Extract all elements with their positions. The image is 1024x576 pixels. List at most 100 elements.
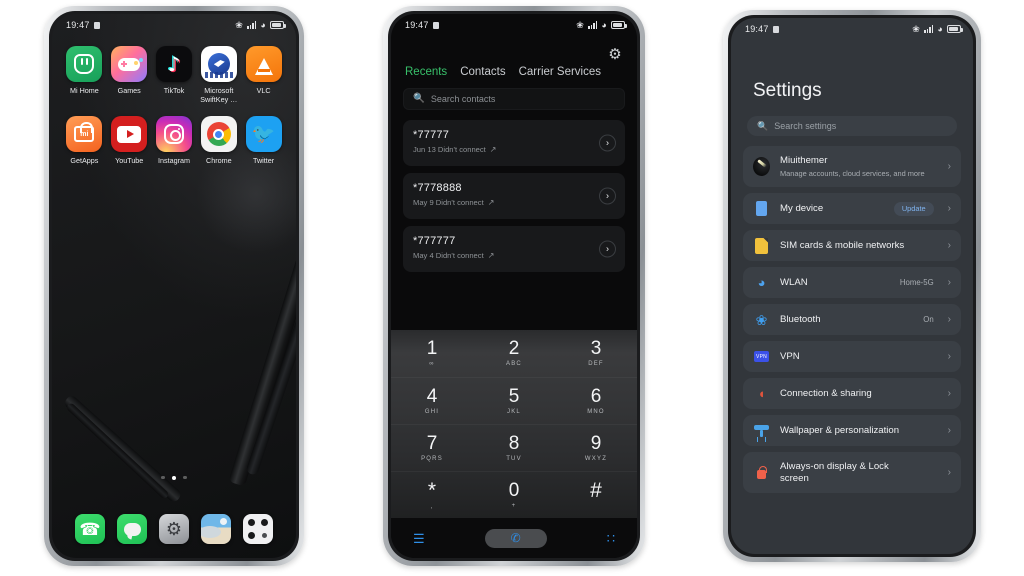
twitter-icon: 🐦 bbox=[245, 116, 282, 152]
dialpad-key-3[interactable]: 3 DEF bbox=[555, 339, 637, 368]
status-bar-right: ❀ ◕ bbox=[235, 20, 286, 30]
miui-account-icon bbox=[753, 157, 770, 176]
dialpad-key-sub: TUV bbox=[506, 455, 522, 462]
app-swiftkey[interactable]: Microsoft SwiftKey … bbox=[196, 46, 241, 104]
dialpad-key-sub: + bbox=[511, 502, 517, 509]
chevron-right-icon: › bbox=[947, 239, 951, 251]
settings-item-vpn[interactable]: VPN VPN › bbox=[743, 341, 961, 372]
dialpad-key-number: 1 bbox=[426, 338, 438, 359]
dialpad-key-number: 3 bbox=[590, 338, 602, 359]
dialpad-key-number: 4 bbox=[426, 385, 438, 407]
menu-icon[interactable]: ☰ bbox=[413, 532, 425, 545]
home-screen: 19:47 ❀ ◕ Mi Home Games ♪ TikTok Microso… bbox=[52, 14, 296, 558]
dialpad-key-9[interactable]: 9 WXYZ bbox=[555, 434, 637, 463]
tab-carrier-services[interactable]: Carrier Services bbox=[519, 66, 601, 78]
signal-icon bbox=[923, 25, 934, 33]
dialpad-key-2[interactable]: 2 ABC bbox=[473, 339, 555, 368]
call-detail: May 9 Didn't connect ↗ bbox=[413, 198, 615, 207]
update-badge[interactable]: Update bbox=[893, 201, 934, 216]
dialpad-key-sub: , bbox=[430, 503, 434, 510]
wallpaper-stroke bbox=[65, 402, 170, 500]
dialpad-key-8[interactable]: 8 TUV bbox=[473, 434, 555, 463]
keypad-icon[interactable]: ∷ bbox=[607, 532, 615, 545]
page-title: Settings bbox=[753, 80, 822, 101]
app-getapps[interactable]: mi GetApps bbox=[62, 116, 107, 165]
status-bar-left: 19:47 bbox=[405, 20, 439, 30]
dialpad-key-number: 0 bbox=[508, 479, 520, 501]
dialpad-key-number: 9 bbox=[590, 432, 602, 454]
settings-item-connection-sharing[interactable]: ◖ Connection & sharing › bbox=[743, 378, 961, 409]
settings-dock-icon[interactable]: ⚙ bbox=[159, 514, 189, 544]
app-vlc[interactable]: VLC bbox=[241, 46, 286, 104]
call-details-button[interactable]: › bbox=[599, 134, 616, 152]
dialpad-key-number: * bbox=[427, 478, 437, 502]
dialer-tabs: Recents Contacts Carrier Services bbox=[391, 36, 637, 86]
settings-item-label: VPN bbox=[780, 350, 800, 362]
status-time: 19:47 bbox=[405, 20, 429, 30]
settings-item-label: Wallpaper & personalization bbox=[780, 424, 900, 436]
settings-item-text: Always-on display & Lock screen bbox=[780, 461, 938, 485]
dialpad-key-sub: GHI bbox=[424, 408, 440, 415]
gallery-dock-icon[interactable] bbox=[201, 514, 231, 544]
dialpad-row: * , 0 + # bbox=[391, 471, 637, 518]
app-instagram[interactable]: Instagram bbox=[152, 116, 197, 165]
camera-dock-icon[interactable] bbox=[243, 514, 273, 544]
app-tiktok[interactable]: ♪ TikTok bbox=[152, 46, 197, 104]
call-details-button[interactable]: › bbox=[599, 240, 616, 258]
dialpad-key-sub: JKL bbox=[507, 408, 521, 415]
call-details-button[interactable]: › bbox=[599, 187, 616, 205]
phone-bezel: 19:47 ❀ ◕ Mi Home Games ♪ TikTok Microso… bbox=[49, 11, 299, 561]
app-twitter[interactable]: 🐦 Twitter bbox=[241, 116, 286, 165]
app-youtube[interactable]: YouTube bbox=[107, 116, 152, 165]
call-button[interactable]: ✆ bbox=[484, 528, 547, 548]
status-bar: 19:47 ❀ ◕ bbox=[391, 14, 637, 36]
dialpad-key-sub: WXYZ bbox=[584, 455, 608, 462]
dialpad-key-1[interactable]: 1 ∞ bbox=[391, 339, 473, 368]
search-placeholder: Search settings bbox=[774, 121, 837, 131]
settings-item-text: Bluetooth bbox=[780, 314, 913, 326]
app-label: Twitter bbox=[253, 156, 275, 165]
dialpad-key-5[interactable]: 5 JKL bbox=[473, 387, 555, 416]
app-mi-home[interactable]: Mi Home bbox=[62, 46, 107, 104]
status-time: 19:47 bbox=[66, 20, 90, 30]
app-label: GetApps bbox=[70, 156, 99, 165]
page-dot-active bbox=[171, 475, 177, 480]
page-indicator[interactable] bbox=[52, 475, 296, 480]
settings-item-wallpaper[interactable]: Wallpaper & personalization › bbox=[743, 415, 961, 446]
gear-icon[interactable]: ⚙ bbox=[605, 44, 625, 64]
tab-contacts[interactable]: Contacts bbox=[460, 66, 505, 78]
app-label: TikTok bbox=[163, 86, 185, 95]
search-settings-input[interactable]: 🔍 Search settings bbox=[747, 116, 957, 136]
search-contacts-input[interactable]: 🔍 Search contacts bbox=[403, 88, 625, 110]
dialpad-key-number: 5 bbox=[508, 385, 520, 407]
dialpad-key-7[interactable]: 7 PQRS bbox=[391, 434, 473, 463]
call-log-row[interactable]: *777777 May 4 Didn't connect ↗ › bbox=[403, 226, 625, 272]
dialpad-key-0[interactable]: 0 + bbox=[473, 481, 555, 510]
recent-calls-list: *77777 Jun 13 Didn't connect ↗ › *777888… bbox=[391, 116, 637, 272]
settings-screen: 19:47 ❀ ◕ Settings 🔍 Search settings Miu… bbox=[731, 18, 973, 554]
settings-item-label: Connection & sharing bbox=[780, 387, 872, 399]
settings-item-bluetooth[interactable]: ❀ Bluetooth On › bbox=[743, 304, 961, 335]
chevron-right-icon: › bbox=[947, 424, 951, 436]
phone-settings: 19:47 ❀ ◕ Settings 🔍 Search settings Miu… bbox=[723, 10, 981, 562]
settings-item-my-device[interactable]: My device Update › bbox=[743, 193, 961, 224]
settings-item-always-on-display[interactable]: Always-on display & Lock screen › bbox=[743, 452, 961, 493]
phone-dock-icon[interactable]: ☎ bbox=[75, 514, 105, 544]
chevron-right-icon: › bbox=[947, 387, 951, 399]
dialpad-key-star[interactable]: * , bbox=[391, 480, 473, 511]
app-games[interactable]: Games bbox=[107, 46, 152, 104]
chevron-right-icon: › bbox=[947, 202, 951, 214]
dialpad-key-4[interactable]: 4 GHI bbox=[391, 387, 473, 416]
status-bar-left: 19:47 bbox=[745, 24, 779, 34]
messages-dock-icon[interactable] bbox=[117, 514, 147, 544]
settings-item-wlan[interactable]: ◕ WLAN Home-5G › bbox=[743, 267, 961, 298]
dialpad-key-6[interactable]: 6 MNO bbox=[555, 387, 637, 416]
tab-recents[interactable]: Recents bbox=[405, 66, 447, 78]
settings-item-sim-cards[interactable]: SIM cards & mobile networks › bbox=[743, 230, 961, 261]
app-chrome[interactable]: Chrome bbox=[196, 116, 241, 165]
settings-item-account[interactable]: Miuithemer Manage accounts, cloud servic… bbox=[743, 146, 961, 187]
call-log-row[interactable]: *77777 Jun 13 Didn't connect ↗ › bbox=[403, 120, 625, 166]
wifi-icon: ◕ bbox=[937, 23, 943, 34]
call-log-row[interactable]: *7778888 May 9 Didn't connect ↗ › bbox=[403, 173, 625, 219]
dialpad-key-hash[interactable]: # bbox=[555, 480, 637, 511]
